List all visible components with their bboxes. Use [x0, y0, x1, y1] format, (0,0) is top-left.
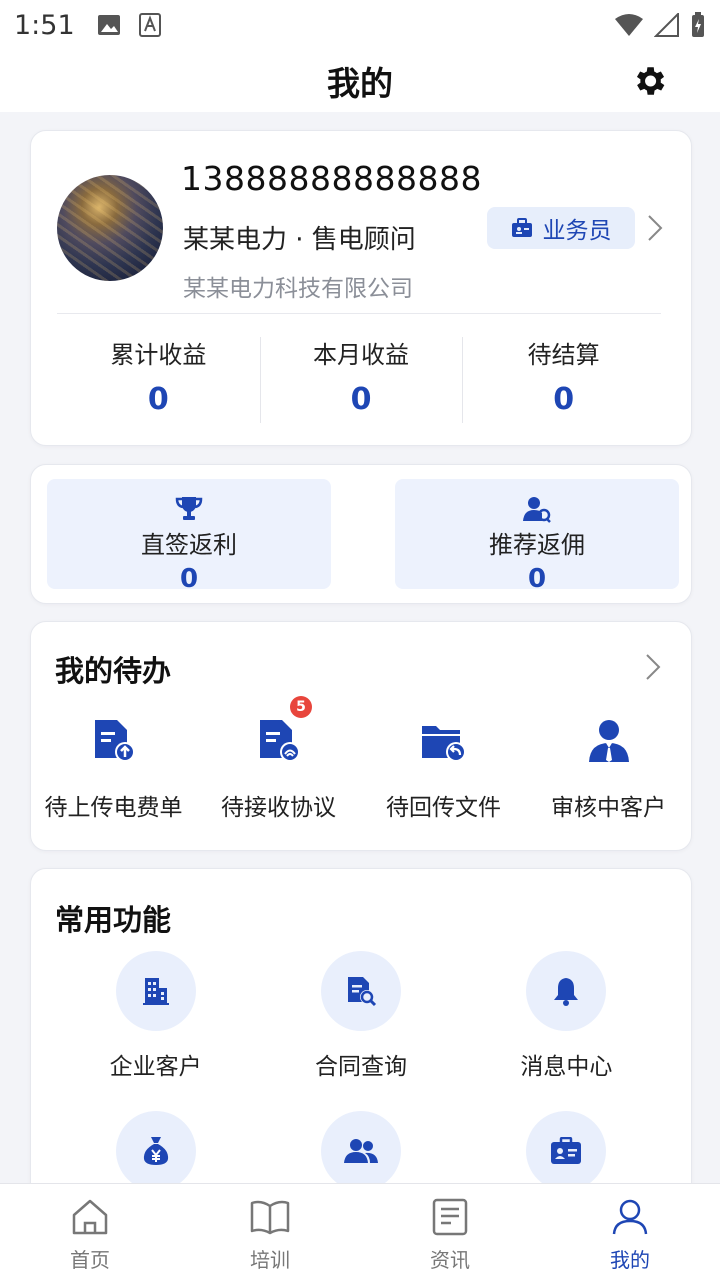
folder-return-icon	[421, 726, 466, 762]
settings-gear-icon[interactable]	[630, 62, 668, 100]
nav-label: 资讯	[430, 1248, 470, 1272]
nav-profile[interactable]: 我的	[540, 1184, 720, 1280]
stat-label: 本月收益	[313, 341, 409, 369]
profile-company: 某某电力科技有限公司	[183, 276, 413, 302]
earnings-stats: 累计收益 0 本月收益 0 待结算 0	[57, 335, 665, 423]
stat-value: 0	[350, 382, 372, 417]
stat-monthly-earnings[interactable]: 本月收益 0	[259, 335, 463, 423]
building-icon	[142, 978, 169, 1005]
todo-return-files[interactable]: 待回传文件	[361, 708, 526, 822]
rebate-card: 直签返利 0 推荐返佣 0	[30, 464, 692, 604]
book-icon	[250, 1200, 290, 1235]
document-signal-icon	[259, 720, 300, 762]
func-contract-query[interactable]: 合同查询	[258, 951, 463, 1081]
todo-label: 待回传文件	[386, 795, 501, 821]
nav-label: 培训	[250, 1248, 290, 1272]
todo-label: 待上传电费单	[44, 795, 183, 821]
user-referral-icon	[523, 497, 551, 523]
battery-icon	[692, 12, 704, 37]
stat-pending-settlement[interactable]: 待结算 0	[462, 335, 665, 423]
nav-news[interactable]: 资讯	[360, 1184, 540, 1280]
todo-label: 审核中客户	[551, 795, 666, 821]
profile-card[interactable]: 13888888888888 某某电力 · 售电顾问 某某电力科技有限公司 业务…	[30, 130, 692, 446]
notification-badge: 5	[290, 696, 312, 718]
money-bag-icon	[143, 1137, 168, 1165]
stat-value: 0	[147, 382, 169, 417]
todo-title: 我的待办	[55, 654, 172, 688]
home-icon	[72, 1199, 108, 1235]
page-title: 我的	[327, 64, 393, 103]
title-bar: 我的	[0, 50, 720, 112]
chevron-right-icon[interactable]	[645, 213, 665, 243]
team-icon	[343, 1139, 378, 1163]
role-badge-label: 业务员	[542, 218, 612, 244]
referral-commission-tile[interactable]: 推荐返佣 0	[395, 479, 679, 594]
avatar[interactable]	[57, 175, 163, 281]
profile-icon	[612, 1199, 648, 1235]
rebate-label: 推荐返佣	[489, 531, 585, 559]
stat-total-earnings[interactable]: 累计收益 0	[57, 335, 260, 423]
stat-label: 待结算	[527, 341, 600, 369]
nav-label: 我的	[610, 1248, 650, 1272]
divider	[57, 313, 661, 314]
upload-document-icon	[94, 720, 135, 762]
nav-home[interactable]: 首页	[0, 1184, 180, 1280]
todo-receive-agreement[interactable]: 5 待接收协议	[196, 696, 361, 822]
contract-search-icon	[347, 977, 377, 1007]
todo-label: 待接收协议	[221, 795, 336, 821]
id-card-icon	[551, 1137, 582, 1164]
role-badge[interactable]: 业务员	[487, 207, 635, 249]
func-label: 合同查询	[314, 1054, 407, 1080]
rebate-value: 0	[527, 564, 547, 594]
status-bar: 1:51	[0, 0, 720, 50]
trophy-icon	[175, 497, 203, 520]
status-time: 1:51	[14, 9, 75, 41]
stat-label: 累计收益	[110, 341, 207, 369]
functions-title: 常用功能	[55, 903, 172, 937]
direct-rebate-tile[interactable]: 直签返利 0	[47, 479, 331, 594]
chevron-right-icon[interactable]	[643, 652, 663, 682]
business-user-icon	[588, 720, 629, 762]
app-notification-icon	[138, 13, 161, 37]
nav-training[interactable]: 培训	[180, 1184, 360, 1280]
news-icon	[432, 1198, 468, 1236]
func-label: 消息中心	[520, 1054, 613, 1080]
common-functions-card: 常用功能 企业客户 合同查询 消息中心	[30, 868, 692, 1208]
stat-value: 0	[553, 382, 575, 417]
func-enterprise-customers[interactable]: 企业客户	[53, 951, 258, 1081]
todo-reviewing-customers[interactable]: 审核中客户	[526, 708, 691, 822]
todo-card: 我的待办 待上传电费单 5 待接收协议 待回传文件 审核中客户	[30, 621, 692, 851]
rebate-label: 直签返利	[141, 531, 237, 559]
profile-phone: 13888888888888	[181, 159, 482, 198]
bell-icon	[554, 978, 579, 1006]
func-label: 企业客户	[109, 1054, 202, 1080]
func-message-center[interactable]: 消息中心	[464, 951, 669, 1081]
todo-upload-bill[interactable]: 待上传电费单	[31, 708, 196, 822]
profile-role: 某某电力 · 售电顾问	[183, 225, 416, 255]
bottom-navigation: 首页 培训 资讯 我的	[0, 1183, 720, 1280]
signal-icon	[654, 13, 679, 37]
briefcase-icon	[511, 218, 532, 237]
wifi-icon	[615, 14, 643, 36]
gallery-notification-icon	[97, 15, 120, 35]
nav-label: 首页	[70, 1248, 110, 1272]
rebate-value: 0	[179, 564, 199, 594]
